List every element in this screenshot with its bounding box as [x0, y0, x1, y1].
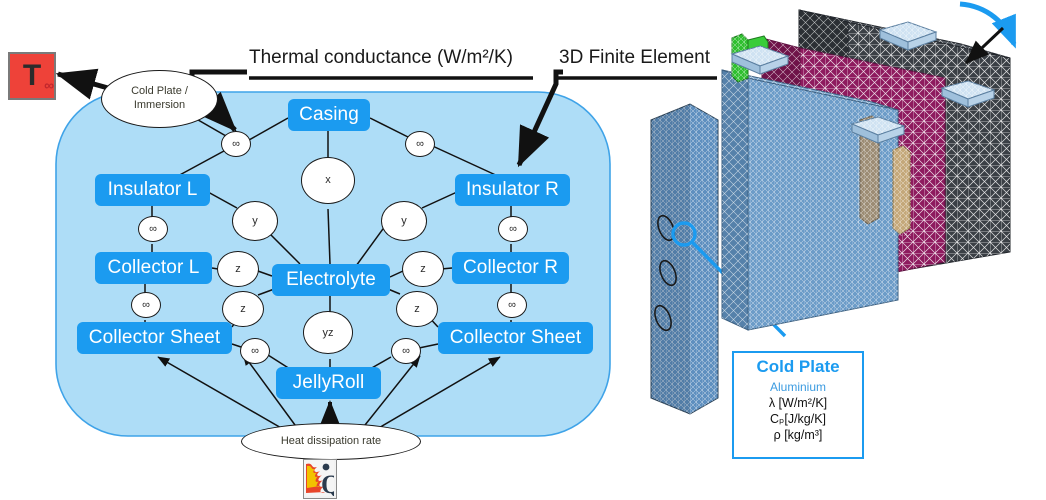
- node-label: Electrolyte: [286, 269, 376, 290]
- infinity-icon: ∞: [44, 77, 55, 93]
- node-insulator-l[interactable]: Insulator L: [95, 174, 210, 206]
- conductance-inf-collector-l[interactable]: ∞: [131, 292, 161, 319]
- node-label: JellyRoll: [292, 372, 365, 393]
- conductance-label: z: [420, 263, 426, 276]
- cold-plate-line1: Cold Plate /: [131, 85, 188, 98]
- conductance-z-left-lower[interactable]: z: [222, 291, 264, 328]
- node-label: Insulator L: [107, 179, 198, 200]
- conductance-z-right-lower[interactable]: z: [396, 291, 438, 328]
- conductance-label: ∞: [509, 223, 517, 236]
- node-casing[interactable]: Casing: [288, 99, 370, 131]
- cold-plate-to-ambient-arrow: [55, 68, 109, 100]
- svg-text:Q: Q: [321, 470, 334, 496]
- conductance-label: y: [252, 214, 258, 227]
- node-jellyroll[interactable]: JellyRoll: [276, 367, 381, 399]
- conductance-inf-casing-right[interactable]: ∞: [405, 131, 435, 158]
- conductance-inf-insulator-l[interactable]: ∞: [138, 216, 168, 243]
- conductance-label: y: [401, 214, 407, 227]
- node-insulator-r[interactable]: Insulator R: [455, 174, 570, 206]
- cold-plate-prop-rho: ρ [kg/m³]: [773, 428, 823, 442]
- conductance-inf-collector-r[interactable]: ∞: [497, 292, 527, 319]
- cold-plate-line2: Immersion: [133, 99, 186, 111]
- conductance-inf-casing-left[interactable]: ∞: [221, 131, 251, 158]
- heat-source-q-icon: Q: [303, 459, 337, 499]
- node-label: Collector Sheet: [88, 327, 221, 348]
- conductance-z-left-upper[interactable]: z: [217, 251, 259, 288]
- cold-plate-immersion-node[interactable]: Cold Plate / Immersion: [101, 70, 218, 128]
- conductance-label: z: [235, 263, 241, 276]
- node-label: Collector Sheet: [449, 327, 582, 348]
- conductance-label: ∞: [149, 223, 157, 236]
- node-collector-r[interactable]: Collector R: [452, 252, 569, 284]
- conductance-label: ∞: [402, 345, 410, 358]
- node-collector-l[interactable]: Collector L: [95, 252, 212, 284]
- conductance-yz-electrolyte[interactable]: yz: [303, 311, 353, 355]
- conductance-x-casing[interactable]: x: [301, 157, 355, 204]
- conductance-inf-insulator-r[interactable]: ∞: [498, 216, 528, 243]
- thermal-conductance-label: Thermal conductance (W/m²/K): [249, 47, 513, 68]
- node-collector-sheet-l[interactable]: Collector Sheet: [77, 322, 232, 354]
- cold-plate-info-card: Cold Plate Aluminium λ [W/m²/K] Cₚ[J/kg/…: [732, 351, 864, 459]
- conductance-label: z: [240, 303, 246, 316]
- node-label: Collector R: [462, 257, 559, 278]
- conductance-label: yz: [322, 326, 334, 339]
- node-electrolyte[interactable]: Electrolyte: [272, 264, 390, 296]
- cold-plate-material: Aluminium: [769, 380, 826, 394]
- ambient-symbol: T: [22, 59, 42, 92]
- diagram-canvas: T ∞ Thermal conductance (W/m²/K) 3D Fini…: [0, 0, 1046, 500]
- conductance-inf-sheet-l[interactable]: ∞: [240, 338, 270, 365]
- conductance-z-right-upper[interactable]: z: [402, 251, 444, 288]
- node-label: Insulator R: [466, 179, 559, 200]
- conductance-label: z: [414, 303, 420, 316]
- conductance-label: ∞: [508, 299, 516, 312]
- conductance-label: x: [325, 174, 331, 187]
- conductance-label: ∞: [142, 299, 150, 312]
- finite-element-label: 3D Finite Element: [559, 47, 711, 68]
- cold-plate-prop-lambda: λ [W/m²/K]: [768, 396, 828, 410]
- node-label: Casing: [299, 104, 359, 125]
- conductance-label: ∞: [416, 138, 424, 151]
- heat-dissipation-label: Heat dissipation rate: [280, 434, 382, 447]
- node-label: Collector L: [107, 257, 200, 278]
- conductance-label: ∞: [232, 138, 240, 151]
- conductance-y-left[interactable]: y: [232, 201, 278, 241]
- conductance-inf-sheet-r[interactable]: ∞: [391, 338, 421, 365]
- heat-dissipation-rate-node[interactable]: Heat dissipation rate: [241, 423, 421, 460]
- cold-plate-card-title: Cold Plate: [756, 357, 840, 376]
- node-collector-sheet-r[interactable]: Collector Sheet: [438, 322, 593, 354]
- cold-plate-prop-cp: Cₚ[J/kg/K]: [769, 412, 827, 426]
- conductance-label: ∞: [251, 345, 259, 358]
- ambient-temperature-chip: T ∞: [8, 52, 56, 100]
- conductance-y-right[interactable]: y: [381, 201, 427, 241]
